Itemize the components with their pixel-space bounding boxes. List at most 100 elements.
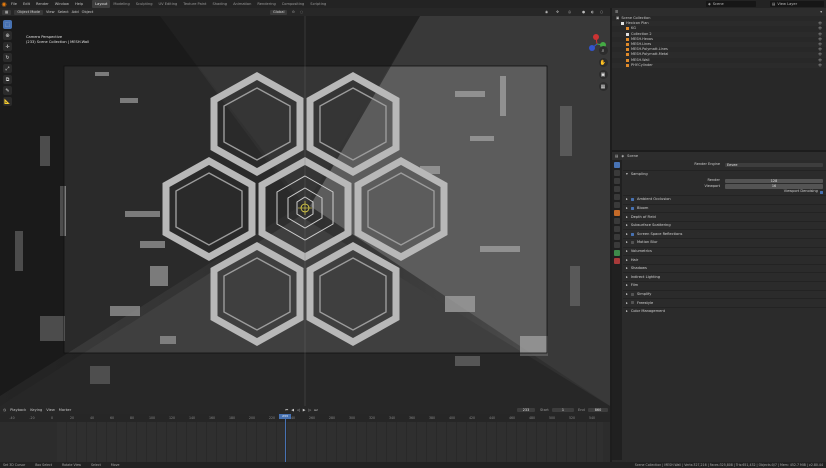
shading-rendered-icon[interactable]: ○ bbox=[600, 10, 603, 14]
timeline-editor-icon[interactable]: ◷ bbox=[3, 408, 6, 412]
start-frame-field[interactable]: 1 bbox=[552, 407, 574, 413]
properties-section[interactable]: ▸ Indirect Lighting bbox=[623, 272, 826, 281]
section-enable-checkbox[interactable] bbox=[630, 232, 634, 236]
timeline-ruler[interactable]: -40 -20 0 20 40 60 80 100 120 140 160 180 200 220 240 2… bbox=[0, 414, 610, 422]
tab-render-icon[interactable] bbox=[614, 170, 620, 176]
menu-marker[interactable]: Marker bbox=[59, 408, 71, 412]
render-engine-dropdown[interactable]: Eevee bbox=[725, 162, 823, 168]
visibility-eye-icon[interactable]: 👁 bbox=[818, 63, 822, 68]
play-reverse-icon[interactable]: ◁ bbox=[297, 408, 300, 412]
workspace-tab-modeling[interactable]: Modeling bbox=[110, 0, 132, 8]
workspace-tab-uv-editing[interactable]: UV Editing bbox=[156, 0, 181, 8]
properties-section[interactable]: ▸ Bloom bbox=[623, 203, 826, 213]
perspective-toggle-icon[interactable]: ▦ bbox=[598, 82, 608, 91]
workspace-tab-animation[interactable]: Animation bbox=[230, 0, 254, 8]
shading-solid-icon[interactable]: ● bbox=[582, 10, 585, 14]
workspace-tab-sculpting[interactable]: Sculpting bbox=[133, 0, 156, 8]
outliner-editor-icon[interactable]: ☰ bbox=[615, 10, 618, 14]
properties-section[interactable]: ▸ Simplify bbox=[623, 289, 826, 299]
pan-hand-icon[interactable]: ✋ bbox=[598, 58, 608, 67]
tab-material-icon[interactable] bbox=[614, 258, 620, 264]
section-enable-checkbox[interactable] bbox=[630, 198, 634, 202]
scene-selector[interactable]: ◈ Scene bbox=[706, 1, 756, 7]
properties-section[interactable]: ▸ Ambient Occlusion bbox=[623, 194, 826, 204]
viewport-samples-field[interactable]: 16 bbox=[725, 184, 823, 189]
menu-select[interactable]: Select bbox=[58, 10, 69, 14]
workspace-tab-shading[interactable]: Shading bbox=[209, 0, 230, 8]
proportional-edit-icon[interactable]: ◌ bbox=[300, 10, 303, 14]
tab-physics-icon[interactable] bbox=[614, 234, 620, 240]
tab-output-icon[interactable] bbox=[614, 178, 620, 184]
menu-add[interactable]: Add bbox=[72, 10, 79, 14]
menu-edit[interactable]: Edit bbox=[20, 2, 33, 6]
move-icon[interactable]: ✛ bbox=[3, 42, 12, 51]
menu-object[interactable]: Object bbox=[82, 10, 94, 14]
section-enable-checkbox[interactable] bbox=[630, 241, 634, 245]
tab-modifier-icon[interactable] bbox=[614, 218, 620, 224]
tab-particles-icon[interactable] bbox=[614, 226, 620, 232]
transform-icon[interactable]: ⧉ bbox=[3, 75, 12, 84]
shading-material-icon[interactable]: ◐ bbox=[591, 10, 594, 14]
section-enable-checkbox[interactable] bbox=[630, 301, 634, 305]
viewport-denoising-checkbox[interactable] bbox=[819, 190, 823, 194]
properties-editor-icon[interactable]: ▤ bbox=[615, 154, 618, 158]
camera-view-icon[interactable]: ▣ bbox=[598, 70, 608, 79]
section-enable-checkbox[interactable] bbox=[630, 206, 634, 210]
properties-section[interactable]: ▸ Shadows bbox=[623, 263, 826, 273]
tab-view-layer-icon[interactable] bbox=[614, 186, 620, 192]
outliner-item[interactable]: PHY.Cylinder 👁 bbox=[612, 62, 826, 68]
cursor-icon[interactable]: ⊕ bbox=[3, 31, 12, 40]
measure-icon[interactable]: 📐 bbox=[3, 97, 12, 106]
prev-key-icon[interactable]: ◀ bbox=[291, 408, 294, 412]
transform-orientation-dropdown[interactable]: Global bbox=[270, 9, 288, 15]
properties-section[interactable]: ▸ Depth of Field bbox=[623, 212, 826, 221]
play-icon[interactable]: ▶ bbox=[303, 408, 306, 412]
outliner-filter-icon[interactable]: ▾ bbox=[820, 10, 822, 14]
view-layer-selector[interactable]: ▤ View Layer bbox=[770, 1, 824, 7]
properties-section[interactable]: ▸ Screen Space Reflections bbox=[623, 229, 826, 238]
properties-section[interactable]: ▸ Hair bbox=[623, 255, 826, 264]
overlay-icon[interactable]: ◎ bbox=[568, 10, 571, 14]
menu-render[interactable]: Render bbox=[33, 2, 52, 6]
visibility-icon[interactable]: ◉ bbox=[545, 10, 548, 14]
tab-tool-icon[interactable] bbox=[614, 162, 620, 168]
menu-keying[interactable]: Keying bbox=[30, 408, 42, 412]
tab-constraints-icon[interactable] bbox=[614, 242, 620, 248]
playhead[interactable]: 233 bbox=[279, 414, 291, 462]
workspace-tab-scripting[interactable]: Scripting bbox=[307, 0, 329, 8]
jump-start-icon[interactable]: ⏮ bbox=[285, 408, 288, 412]
menu-playback[interactable]: Playback bbox=[10, 408, 26, 412]
3d-viewport[interactable]: Camera Perspective (233) Scene Collectio… bbox=[0, 16, 610, 406]
section-enable-checkbox[interactable] bbox=[630, 292, 634, 296]
properties-section[interactable]: ▸ Freestyle bbox=[623, 298, 826, 307]
menu-view[interactable]: View bbox=[46, 10, 55, 14]
editor-type-icon[interactable]: ▦ bbox=[2, 9, 12, 15]
workspace-tab-compositing[interactable]: Compositing bbox=[279, 0, 308, 8]
next-key-icon[interactable]: ▷ bbox=[309, 408, 312, 412]
rotate-icon[interactable]: ↻ bbox=[3, 53, 12, 62]
workspace-tab-rendering[interactable]: Rendering bbox=[254, 0, 278, 8]
workspace-tab-texture-paint[interactable]: Texture Paint bbox=[180, 0, 209, 8]
select-box-icon[interactable]: ⬚ bbox=[3, 20, 12, 29]
menu-timeline-view[interactable]: View bbox=[46, 408, 55, 412]
section-sampling[interactable]: ▾ Sampling bbox=[623, 169, 826, 179]
snap-icon[interactable]: ⊙ bbox=[292, 10, 295, 14]
annotate-icon[interactable]: ✎ bbox=[3, 86, 12, 95]
tab-data-icon[interactable] bbox=[614, 250, 620, 256]
properties-section[interactable]: ▸ Color Management bbox=[623, 306, 826, 316]
end-frame-field[interactable]: 860 bbox=[588, 407, 608, 413]
menu-file[interactable]: File bbox=[8, 2, 20, 6]
menu-window[interactable]: Window bbox=[52, 2, 72, 6]
menu-help[interactable]: Help bbox=[72, 2, 86, 6]
properties-section[interactable]: ▸ Motion Blur bbox=[623, 237, 826, 247]
tab-scene-icon[interactable] bbox=[614, 194, 620, 200]
current-frame-field[interactable]: 233 bbox=[517, 407, 535, 413]
scale-icon[interactable]: ⤢ bbox=[3, 64, 12, 73]
tab-world-icon[interactable] bbox=[614, 202, 620, 208]
workspace-tab-layout[interactable]: Layout bbox=[92, 0, 111, 8]
zoom-icon[interactable]: ⌕ bbox=[598, 46, 608, 55]
properties-section[interactable]: ▸ Volumetrics bbox=[623, 246, 826, 256]
gizmo-icon[interactable]: ✥ bbox=[556, 10, 559, 14]
render-samples-field[interactable]: 128 bbox=[725, 178, 823, 184]
properties-section[interactable]: ▸ Subsurface Scattering bbox=[623, 220, 826, 230]
